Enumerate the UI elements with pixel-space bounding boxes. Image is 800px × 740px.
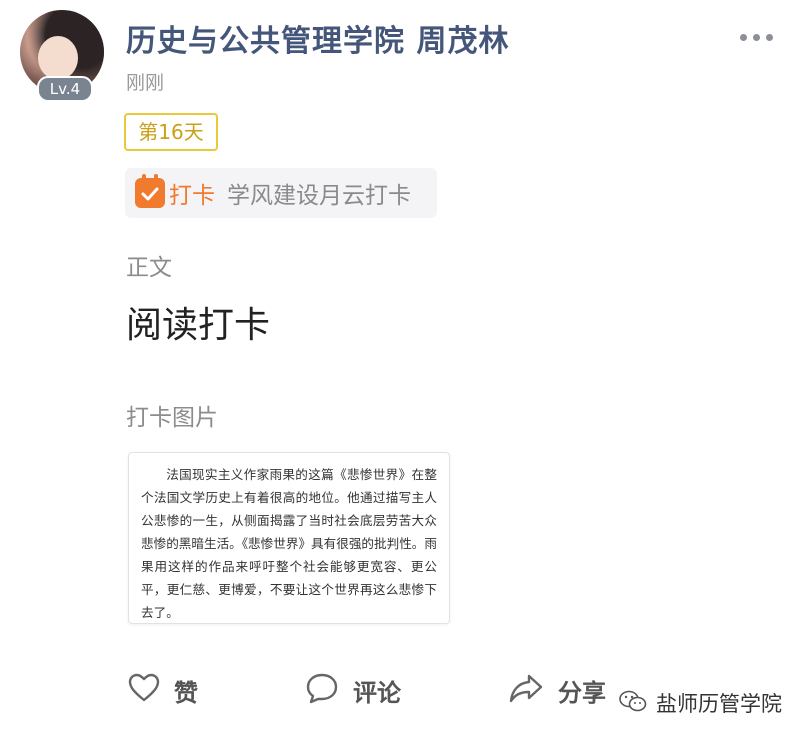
more-dots-icon[interactable]	[740, 34, 776, 44]
share-arrow-icon	[508, 673, 544, 707]
like-label: 赞	[174, 678, 198, 707]
post-body: 阅读打卡	[126, 305, 271, 346]
checkin-photo[interactable]: 法国现实主义作家雨果的这篇《悲惨世界》在整个法国文学历史上有着很高的地位。他通过…	[128, 452, 450, 624]
body-label: 正文	[126, 255, 172, 281]
day-count-badge: 第16天	[124, 113, 218, 151]
like-button[interactable]: 赞	[128, 668, 198, 712]
heart-icon	[128, 673, 160, 707]
comment-bubble-icon	[305, 672, 339, 708]
calendar-check-icon	[135, 174, 165, 208]
post-page: Lv.4 历史与公共管理学院 周茂林 刚刚 第16天 打卡 学风建设月云打卡 正…	[0, 0, 800, 740]
share-label: 分享	[558, 678, 606, 707]
checkin-label: 打卡	[169, 183, 215, 209]
post-time: 刚刚	[126, 72, 165, 94]
checkin-topic: 学风建设月云打卡	[227, 183, 411, 209]
comment-button[interactable]: 评论	[305, 668, 401, 712]
checkin-topic-tag[interactable]: 打卡 学风建设月云打卡	[125, 168, 437, 218]
share-button[interactable]: 分享	[508, 668, 606, 712]
watermark: 盐师历管学院	[618, 688, 782, 718]
watermark-text: 盐师历管学院	[656, 692, 782, 716]
author-name[interactable]: 历史与公共管理学院 周茂林	[126, 16, 509, 60]
level-badge: Lv.4	[37, 76, 93, 102]
image-label: 打卡图片	[126, 405, 218, 431]
comment-label: 评论	[353, 678, 401, 707]
wechat-icon	[618, 689, 648, 718]
photo-text: 法国现实主义作家雨果的这篇《悲惨世界》在整个法国文学历史上有着很高的地位。他通过…	[141, 467, 437, 620]
